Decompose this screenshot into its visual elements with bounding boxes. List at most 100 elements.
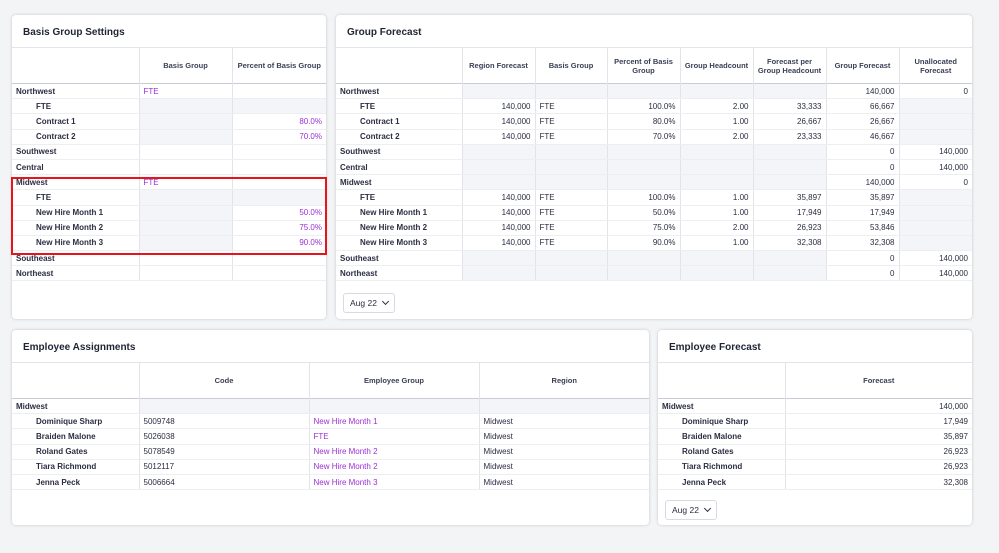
period-select[interactable]: Aug 22 [343,293,395,313]
basis-group-cell[interactable] [138,235,232,252]
employee-name: Roland Gates [658,444,785,460]
code-cell[interactable]: 5009748 [138,413,309,430]
percent-cell[interactable] [231,189,326,206]
percent-cell: 100.0% [606,189,680,206]
percent-cell[interactable]: 50.0% [231,205,326,221]
table-row: Southeast 0 140,000 [336,250,972,267]
table-row: New Hire Month 2 140,000 FTE 75.0% 2.00 26,92… [336,220,972,236]
basis-group-cell[interactable] [138,98,232,115]
basis-group-table: Basis Group Percent of Basis Group North… [12,47,326,282]
employee-group-cell[interactable]: New Hire Month 1 [308,413,479,430]
basis-group-cell [534,174,607,191]
group-forecast-cell: 140,000 [825,174,899,191]
percent-cell [606,144,680,160]
table-row: Braiden Malone 5026038 FTE Midwest [12,428,649,445]
unallocated-cell: 140,000 [898,144,972,160]
group-forecast-cell: 35,897 [825,189,899,206]
code-cell[interactable]: 5078549 [138,444,309,460]
table-row: New Hire Month 3 90.0% [12,235,326,252]
percent-cell [606,174,680,191]
group-forecast-cell: 0 [825,159,899,176]
forecast-per-headcount-cell: 23,333 [752,129,826,145]
basis-group-cell[interactable] [138,129,232,145]
basis-group-cell [534,144,607,160]
forecast-per-headcount-cell [752,174,826,191]
percent-cell[interactable] [231,82,326,100]
employee-assignments-panel: Employee Assignments Code Employee Group… [12,330,649,525]
basis-group-cell: FTE [534,129,607,145]
basis-group-cell[interactable] [138,250,232,267]
percent-cell[interactable]: 90.0% [231,235,326,252]
region-cell[interactable]: Midwest [478,413,649,430]
employee-name: Jenna Peck [12,474,139,491]
table-row: Midwest 140,000 [658,397,972,415]
row-label: New Hire Month 2 [336,220,462,236]
unallocated-cell [898,113,972,130]
forecast-cell: 17,949 [784,413,972,430]
basis-group-cell[interactable]: FTE [138,174,232,191]
region-cell[interactable]: Midwest [478,459,649,475]
employee-group-cell[interactable]: New Hire Month 2 [308,444,479,460]
region-cell[interactable] [478,397,649,415]
region-forecast-cell [461,144,535,160]
basis-group-cell[interactable] [138,220,232,236]
percent-cell[interactable]: 80.0% [231,113,326,130]
code-cell[interactable]: 5012117 [138,459,309,475]
basis-group-cell[interactable] [138,113,232,130]
employee-group-cell[interactable] [308,397,479,415]
basis-group-cell[interactable] [138,265,232,282]
percent-cell[interactable] [231,265,326,282]
period-select[interactable]: Aug 22 [665,500,717,520]
basis-group-cell: FTE [534,189,607,206]
employee-name: Tiara Richmond [12,459,139,475]
percent-cell[interactable]: 70.0% [231,129,326,145]
basis-group-cell[interactable] [138,189,232,206]
code-cell[interactable]: 5006664 [138,474,309,491]
employee-group-cell[interactable]: New Hire Month 3 [308,474,479,491]
employee-name: Braiden Malone [658,428,785,445]
panel-title: Employee Forecast [669,342,761,353]
employee-group-cell[interactable]: FTE [308,428,479,445]
headcount-cell [679,159,753,176]
table-row: Contract 1 140,000 FTE 80.0% 1.00 26,667 26,66… [336,113,972,130]
percent-cell[interactable] [231,159,326,176]
headcount-cell [679,265,753,282]
row-label: Contract 2 [336,129,462,145]
unallocated-cell: 140,000 [898,250,972,267]
employee-name: Braiden Malone [12,428,139,445]
basis-group-cell [534,250,607,267]
column-header: Forecast per Group Headcount [752,47,826,84]
basis-group-cell[interactable] [138,159,232,176]
row-label: Contract 1 [12,113,139,130]
column-header: Percent of Basis Group [606,47,680,84]
employee-group-cell[interactable]: New Hire Month 2 [308,459,479,475]
region-cell[interactable]: Midwest [478,474,649,491]
row-label: Northwest [336,82,462,100]
table-row: New Hire Month 3 140,000 FTE 90.0% 1.00 32,30… [336,235,972,252]
forecast-per-headcount-cell [752,159,826,176]
region-cell[interactable]: Midwest [478,444,649,460]
percent-cell[interactable] [231,250,326,267]
headcount-cell [679,250,753,267]
row-label: Southeast [12,250,139,267]
basis-group-cell[interactable]: FTE [138,82,232,100]
percent-cell[interactable] [231,98,326,115]
row-label: New Hire Month 3 [336,235,462,252]
forecast-cell: 26,923 [784,459,972,475]
basis-group-cell[interactable] [138,205,232,221]
percent-cell[interactable]: 75.0% [231,220,326,236]
employee-name: Dominique Sharp [12,413,139,430]
region-cell[interactable]: Midwest [478,428,649,445]
table-row: Southwest 0 140,000 [336,144,972,160]
column-header [12,362,139,399]
code-cell[interactable]: 5026038 [138,428,309,445]
column-header: Unallocated Forecast [898,47,972,84]
row-label: Midwest [336,174,462,191]
basis-group-cell: FTE [534,220,607,236]
percent-cell[interactable] [231,174,326,191]
basis-group-cell[interactable] [138,144,232,160]
percent-cell[interactable] [231,144,326,160]
forecast-per-headcount-cell [752,144,826,160]
headcount-cell: 1.00 [679,113,753,130]
code-cell[interactable] [138,397,309,415]
